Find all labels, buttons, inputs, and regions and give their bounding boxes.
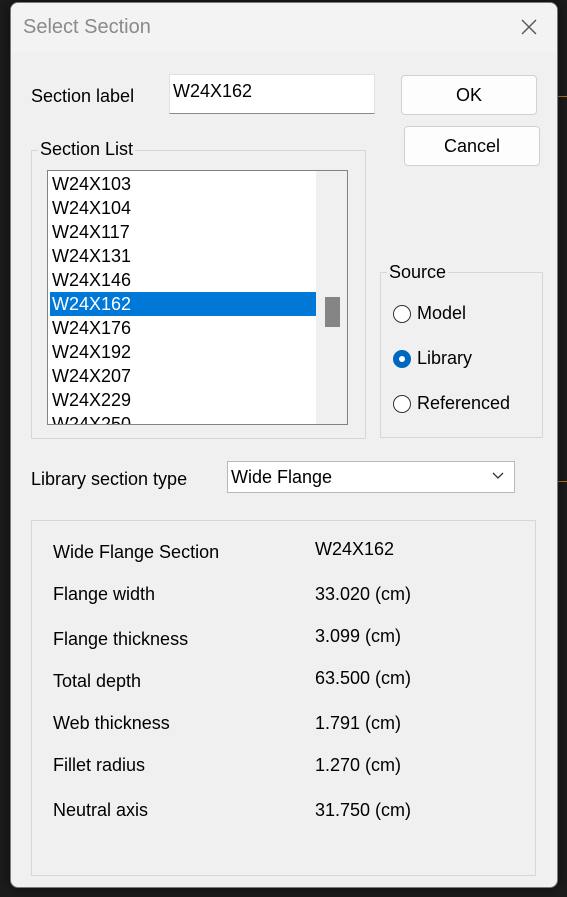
section-list-item[interactable]: W24X207 [50,364,316,388]
property-value: W24X162 [315,539,395,559]
section-list-item[interactable]: W24X131 [50,244,316,268]
window-title: Select Section [23,16,151,38]
section-properties-panel: Wide Flange Section W24X162 Flange width 33… [31,520,536,876]
section-list-item[interactable]: W24X250 [50,412,316,424]
section-list-item[interactable]: W24X229 [50,388,316,412]
property-value: 31.750 (cm) [315,800,412,820]
cancel-button[interactable]: Cancel [404,126,540,166]
property-label: Wide Flange Section [53,542,220,562]
radio-button-indicator[interactable] [393,304,411,323]
property-value: 1.791 (cm) [315,713,402,733]
property-label: Flange width [53,584,156,604]
ok-button[interactable]: OK [401,75,537,115]
section-list-item[interactable]: W24X104 [50,196,316,220]
section-list-item[interactable]: W24X103 [50,172,316,196]
property-label: Flange thickness [53,629,189,649]
section-list-items: W24X103 W24X104 W24X117 W24X131 W24X146 W24X1… [50,172,316,424]
property-label: Web thickness [53,713,170,733]
source-legend: Source [387,262,449,283]
property-value: 33.020 (cm) [315,584,412,604]
list-scrollbar[interactable] [316,171,347,424]
library-section-type-dropdown[interactable]: Wide Flange [227,461,515,493]
radio-label: Model [417,303,467,323]
close-icon [521,19,537,35]
section-listbox[interactable]: W24X103 W24X104 W24X117 W24X131 W24X146 W24X1… [47,170,348,425]
chevron-down-icon [492,472,504,479]
property-value: 63.500 (cm) [315,668,412,688]
section-list-legend: Section List [38,139,136,160]
radio-label: Referenced [417,393,511,413]
section-list-item[interactable]: W24X176 [50,316,316,340]
property-label: Neutral axis [53,800,149,820]
source-radio-library[interactable]: Library [393,348,472,369]
section-list-item[interactable]: W24X146 [50,268,316,292]
source-radio-model[interactable]: Model [393,303,466,324]
property-label: Total depth [53,671,142,691]
section-list-item[interactable]: W24X162 [50,292,316,316]
section-label-input[interactable]: W24X162 [169,74,375,114]
property-label: Fillet radius [53,755,146,775]
section-list-item[interactable]: W24X192 [50,340,316,364]
property-value: 1.270 (cm) [315,755,402,775]
close-button[interactable] [513,11,545,43]
select-section-dialog: Select Section Section label W24X162 OK … [10,2,558,888]
section-list-item[interactable]: W24X117 [50,220,316,244]
radio-button-indicator[interactable] [393,394,411,413]
section-label-caption: Section label [31,86,135,106]
library-section-type-label: Library section type [31,469,188,489]
source-radio-referenced[interactable]: Referenced [393,393,510,414]
radio-label: Library [417,348,473,368]
library-section-type-value: Wide Flange [231,467,333,487]
property-value: 3.099 (cm) [315,626,402,646]
scrollbar-thumb[interactable] [325,297,340,327]
radio-button-indicator[interactable] [393,349,411,368]
title-bar: Select Section [11,3,557,53]
